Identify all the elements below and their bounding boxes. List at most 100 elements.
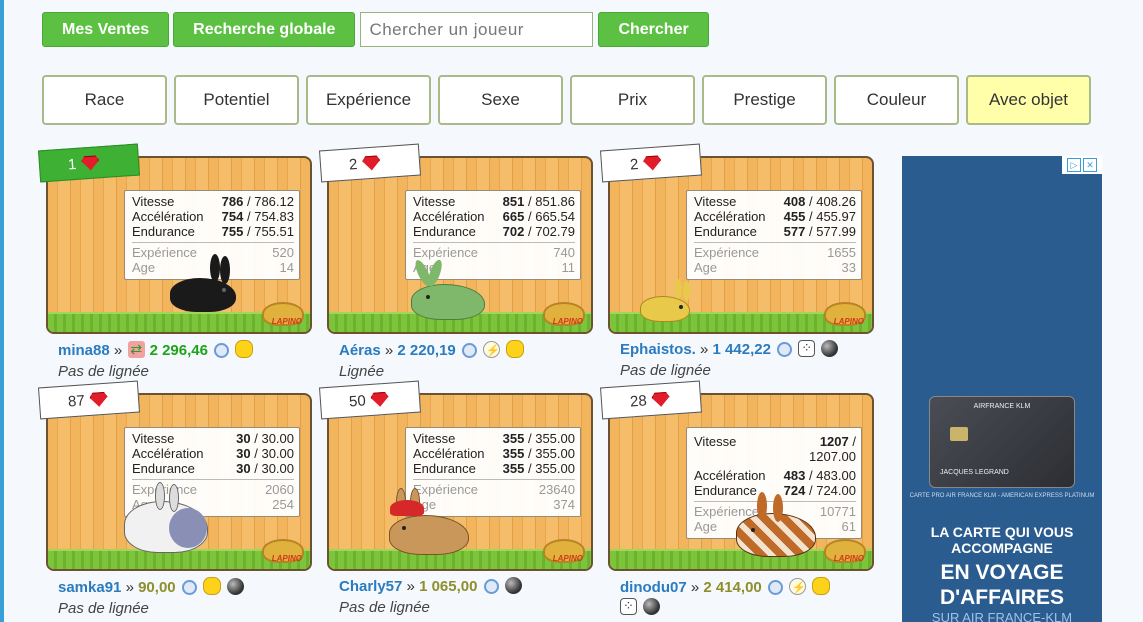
ad-caption: CARTE PRO AIR FRANCE KLM - AMERICAN EXPR… xyxy=(909,493,1095,499)
age-value: 374 xyxy=(553,497,575,512)
owner-link[interactable]: Charly57 xyxy=(339,578,402,595)
rabbit-scene[interactable]: Vitesse 786 / 786.12 Accélération 754 / 75… xyxy=(46,156,312,334)
male-icon xyxy=(777,342,793,357)
ball-icon xyxy=(821,340,839,357)
owner-link[interactable]: dinodu07 xyxy=(620,579,687,596)
filter-price[interactable]: Prix xyxy=(570,75,695,125)
accel-max: / 754.83 xyxy=(247,209,294,224)
speed-value: 786 xyxy=(221,194,244,209)
chevron: » xyxy=(125,579,134,596)
rabbit-card[interactable]: Vitesse 1207 / 1207.00 Accélération 483 / … xyxy=(600,380,874,618)
rabbit-card[interactable]: Vitesse 30 / 30.00 Accélération 30 / 30.00… xyxy=(38,380,312,617)
rabbit-scene[interactable]: Vitesse 30 / 30.00 Accélération 30 / 30.00… xyxy=(46,393,312,571)
speed-max: / 30.00 xyxy=(254,431,294,446)
accel-label: Accélération xyxy=(132,209,204,224)
listing-info: Ephaistos. » 1 442,22 xyxy=(608,338,874,360)
experience-label: Expérience xyxy=(413,482,479,497)
endurance-label: Endurance xyxy=(413,224,476,239)
speed-value: 408 xyxy=(783,194,806,209)
owner-link[interactable]: mina88 xyxy=(58,342,110,359)
owner-link[interactable]: Ephaistos. xyxy=(620,341,696,358)
speed-max: / 786.12 xyxy=(247,194,294,209)
accel-value: 483 xyxy=(783,468,806,483)
speed-label: Vitesse xyxy=(413,431,456,446)
experience-value: 10771 xyxy=(819,504,856,519)
accel-value: 455 xyxy=(783,209,806,224)
chevron: » xyxy=(113,342,123,359)
listing-info: dinodu07 » 2 414,00 xyxy=(608,577,874,618)
rabbit-scene[interactable]: Vitesse 1207 / 1207.00 Accélération 483 / … xyxy=(608,393,874,571)
rabbit-card[interactable]: Vitesse 786 / 786.12 Accélération 754 / 75… xyxy=(38,143,312,380)
filter-color[interactable]: Couleur xyxy=(834,75,959,125)
card-brand: AIRFRANCE KLM xyxy=(973,403,1031,410)
page-left-border xyxy=(0,0,4,622)
global-search-button[interactable]: Recherche globale xyxy=(173,12,356,47)
endurance-label: Endurance xyxy=(132,461,195,476)
rabbit-scene[interactable]: Vitesse 851 / 851.86 Accélération 665 / 66… xyxy=(327,156,593,334)
ad-headline: LA CARTE QUI VOUS ACCOMPAGNE xyxy=(930,524,1074,556)
listing-info: samka91 » 90,00 xyxy=(46,577,312,598)
rabbit-image xyxy=(411,258,485,320)
bowl-label: LAPINO xyxy=(552,317,583,326)
rabbit-card[interactable]: Vitesse 851 / 851.86 Accélération 665 / 66… xyxy=(319,143,593,380)
speed-max: / 408.26 xyxy=(809,194,856,209)
rabbit-image xyxy=(640,279,690,322)
age-label: Age xyxy=(694,519,718,534)
filter-with-item[interactable]: Avec objet xyxy=(966,75,1091,125)
bolt-icon xyxy=(483,341,501,361)
accel-max: / 355.00 xyxy=(528,446,575,461)
listing-info: mina88 » 2 296,46 xyxy=(46,339,312,361)
filter-experience[interactable]: Expérience xyxy=(306,75,431,125)
clover-icon xyxy=(812,577,831,595)
ruby-icon xyxy=(81,155,100,171)
rabbit-scene[interactable]: Vitesse 408 / 408.26 Accélération 455 / 45… xyxy=(608,156,874,334)
speed-value: 1207 xyxy=(819,434,849,449)
listing-info: Charly57 » 1 065,00 xyxy=(327,577,593,597)
bowl-label: LAPINO xyxy=(271,554,302,563)
search-button[interactable]: Chercher xyxy=(598,12,709,47)
endurance-label: Endurance xyxy=(694,483,757,498)
price: 90,00 xyxy=(138,579,176,596)
filter-prestige[interactable]: Prestige xyxy=(702,75,827,125)
listing-info: Aéras » 2 220,19 xyxy=(327,340,593,361)
rabbit-scene[interactable]: Vitesse 355 / 355.00 Accélération 355 / 35… xyxy=(327,393,593,571)
age-label: Age xyxy=(132,260,156,275)
owner-link[interactable]: Aéras xyxy=(339,342,381,359)
close-icon[interactable]: ✕ xyxy=(1083,158,1097,172)
advertisement[interactable]: ▷ ✕ AIRFRANCE KLM JACQUES LEGRAND CARTE P… xyxy=(902,156,1102,622)
my-sales-button[interactable]: Mes Ventes xyxy=(42,12,170,47)
endurance-label: Endurance xyxy=(694,224,757,239)
speed-value: 355 xyxy=(502,431,525,446)
rank-value: 2 xyxy=(348,155,358,173)
filter-potential[interactable]: Potentiel xyxy=(174,75,299,125)
dice-icon xyxy=(798,338,816,358)
filter-sex[interactable]: Sexe xyxy=(438,75,563,125)
rabbit-image xyxy=(170,254,236,312)
clover-icon xyxy=(506,340,525,358)
chevron: » xyxy=(700,341,709,358)
male-icon xyxy=(483,579,499,594)
speed-max: / 355.00 xyxy=(528,431,575,446)
bowl-label: LAPINO xyxy=(833,554,864,563)
experience-value: 23640 xyxy=(538,482,575,497)
stats-panel: Vitesse 408 / 408.26 Accélération 455 / 45… xyxy=(686,190,862,280)
male-icon xyxy=(767,580,783,595)
accel-label: Accélération xyxy=(694,209,766,224)
chevron: » xyxy=(406,578,415,595)
lineage-text: Pas de lignée xyxy=(58,363,149,380)
ball-icon xyxy=(504,577,522,594)
owner-link[interactable]: samka91 xyxy=(58,579,121,596)
accel-value: 754 xyxy=(221,209,244,224)
toolbar: Mes Ventes Recherche globale Chercher xyxy=(42,12,709,47)
ruby-icon xyxy=(370,391,389,407)
rabbit-card[interactable]: Vitesse 355 / 355.00 Accélération 355 / 35… xyxy=(319,380,593,616)
age-value: 254 xyxy=(272,497,294,512)
rabbit-card[interactable]: Vitesse 408 / 408.26 Accélération 455 / 45… xyxy=(600,143,874,379)
filter-race[interactable]: Race xyxy=(42,75,167,125)
ad-footer: SUR AIR FRANCE-KLM xyxy=(931,610,1073,622)
ad-choices[interactable]: ▷ ✕ xyxy=(1062,156,1102,174)
male-icon xyxy=(214,343,230,358)
age-value: 33 xyxy=(841,260,856,275)
player-search-input[interactable] xyxy=(360,12,594,47)
lineage-text: Lignée xyxy=(339,363,385,380)
